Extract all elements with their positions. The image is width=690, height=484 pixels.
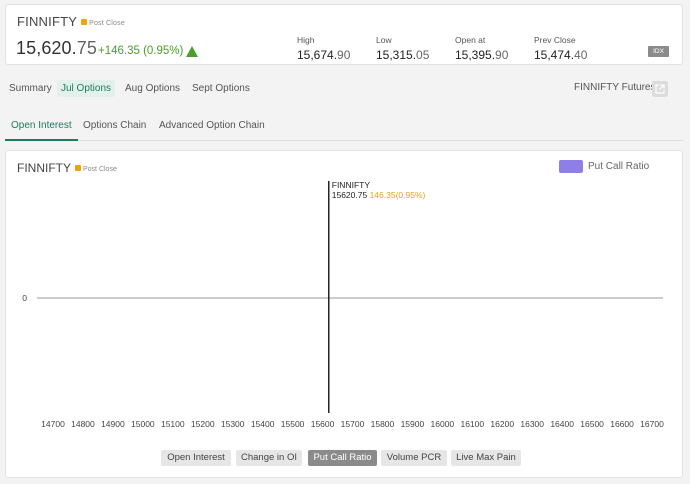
y-axis: 0 xyxy=(22,293,27,303)
x-tick-label: 14800 xyxy=(71,419,95,429)
index-badge: IDX xyxy=(648,46,669,57)
put-call-ratio-button[interactable]: Put Call Ratio xyxy=(308,450,377,466)
x-tick-label: 16500 xyxy=(580,419,604,429)
stat-value-dec: 40 xyxy=(574,48,588,62)
stat-label: Open at xyxy=(455,35,486,45)
chart-panel: FINNIFTY Post Close Put Call Ratio 14700 1… xyxy=(5,150,683,478)
spot-label: FINNIFTY xyxy=(332,180,371,190)
x-tick-label: 16400 xyxy=(550,419,574,429)
x-tick-label: 15400 xyxy=(251,419,275,429)
last-price-int: 15,620. xyxy=(16,38,77,58)
spot-price: 15620.75 xyxy=(332,190,370,200)
stat-high: High 15,674.90 xyxy=(297,35,350,62)
x-tick-label: 15500 xyxy=(281,419,305,429)
x-axis: 14700 14800 14900 15000 15100 15200 15300 15400… xyxy=(41,419,664,429)
spot-price-label: 15620.75 146.35(0.95%) xyxy=(332,190,426,200)
market-status: Post Close xyxy=(89,20,125,27)
x-tick-label: 15700 xyxy=(341,419,365,429)
stat-value-dec: 90 xyxy=(495,48,509,62)
tab-open-interest[interactable]: Open Interest xyxy=(5,114,78,141)
tab-aug-options[interactable]: Aug Options xyxy=(121,80,184,97)
last-price-dec: 75 xyxy=(76,38,97,58)
tab-options-chain[interactable]: Options Chain xyxy=(77,114,152,141)
quote-header: FINNIFTY Post Close 15,620.75 +146.35 (0.… xyxy=(5,4,683,65)
y-tick-label: 0 xyxy=(22,293,27,303)
stat-value: 15,674.90 xyxy=(297,48,350,62)
stat-label: Prev Close xyxy=(534,35,576,45)
x-tick-label: 16600 xyxy=(610,419,634,429)
change-in-oi-button[interactable]: Change in OI xyxy=(236,450,302,466)
x-tick-label: 16000 xyxy=(431,419,455,429)
symbol-text: FINNIFTY xyxy=(17,14,78,29)
status-dot-icon xyxy=(81,19,88,25)
stat-value-dec: 05 xyxy=(416,48,430,62)
chart-mode-buttons: Open Interest Change in OI Put Call Rati… xyxy=(6,450,684,466)
stat-label: High xyxy=(297,35,315,45)
futures-link[interactable]: FINNIFTY Futures xyxy=(574,82,656,93)
x-tick-label: 14900 xyxy=(101,419,125,429)
x-tick-label: 16200 xyxy=(490,419,514,429)
x-tick-label: 15600 xyxy=(311,419,335,429)
x-tick-label: 16300 xyxy=(520,419,544,429)
tab-summary[interactable]: Summary xyxy=(5,80,56,97)
spot-marker: FINNIFTY15620.75 146.35(0.95%) xyxy=(328,180,426,413)
x-tick-label: 15900 xyxy=(401,419,425,429)
x-tick-label: 16100 xyxy=(460,419,484,429)
view-tabs: Open Interest Options Chain Advanced Opt… xyxy=(5,114,684,141)
tab-jul-options[interactable]: Jul Options xyxy=(57,80,116,97)
stat-value: 15,395.90 xyxy=(455,48,508,62)
open-interest-button[interactable]: Open Interest xyxy=(161,450,231,466)
stat-value-int: 15,315. xyxy=(376,48,417,62)
symbol-name: FINNIFTY Post Close xyxy=(17,14,125,29)
x-tick-label: 15200 xyxy=(191,419,215,429)
volume-pcr-button[interactable]: Volume PCR xyxy=(381,450,447,466)
price-change: +146.35 (0.95%) xyxy=(98,45,184,57)
up-arrow-icon xyxy=(186,46,198,57)
stat-value-int: 15,474. xyxy=(534,48,575,62)
stat-value-dec: 90 xyxy=(337,48,351,62)
stat-label: Low xyxy=(376,35,392,45)
external-link-icon[interactable] xyxy=(652,81,668,97)
x-tick-label: 16700 xyxy=(640,419,664,429)
stat-value-int: 15,674. xyxy=(297,48,338,62)
live-max-pain-button[interactable]: Live Max Pain xyxy=(451,450,521,466)
stat-low: Low 15,315.05 xyxy=(376,35,429,62)
stat-open: Open at 15,395.90 xyxy=(455,35,508,62)
stat-value: 15,315.05 xyxy=(376,48,429,62)
x-tick-label: 15800 xyxy=(371,419,395,429)
spot-change: 146.35(0.95%) xyxy=(370,190,426,200)
x-tick-label: 15100 xyxy=(161,419,185,429)
tab-advanced-option-chain[interactable]: Advanced Option Chain xyxy=(153,114,271,141)
x-tick-label: 14700 xyxy=(41,419,65,429)
stat-value-int: 15,395. xyxy=(455,48,496,62)
stat-prev-close: Prev Close 15,474.40 xyxy=(534,35,587,62)
last-price: 15,620.75 xyxy=(16,38,97,59)
tab-sept-options[interactable]: Sept Options xyxy=(188,80,254,97)
x-tick-label: 15000 xyxy=(131,419,155,429)
stat-value: 15,474.40 xyxy=(534,48,587,62)
pcr-chart: 14700 14800 14900 15000 15100 15200 15300 15400… xyxy=(22,180,664,429)
x-tick-label: 15300 xyxy=(221,419,245,429)
